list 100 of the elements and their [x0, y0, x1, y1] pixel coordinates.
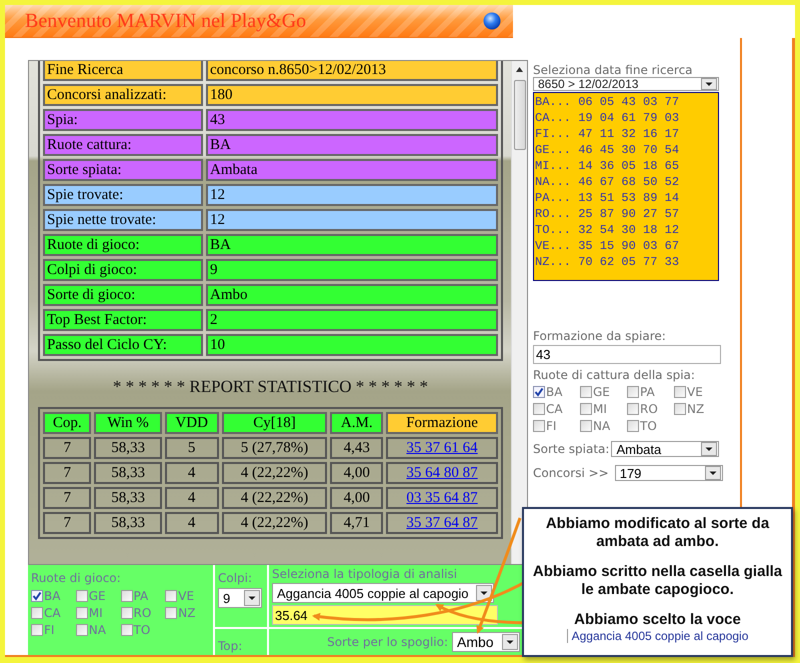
- orb-icon[interactable]: [483, 12, 501, 30]
- wheels-label: Ruote di gioco:: [31, 571, 121, 585]
- table-cell: 7: [43, 437, 92, 459]
- date-dropdown[interactable]: 8650 > 12/02/2013: [533, 77, 719, 91]
- checkbox[interactable]: [533, 403, 545, 415]
- checkbox[interactable]: [674, 386, 686, 398]
- table-cell: Sorte spiata:: [43, 159, 203, 181]
- contests-dropdown[interactable]: 179: [614, 465, 723, 481]
- checkbox-label: CA: [546, 402, 563, 416]
- draw-result: MI... 14 36 05 18 65: [535, 158, 680, 174]
- checkbox[interactable]: [580, 386, 592, 398]
- table-cell: Ambo: [206, 284, 498, 306]
- table-cell: Passo del Ciclo CY:: [43, 334, 203, 356]
- formation-link[interactable]: 35 64 80 87: [406, 465, 478, 481]
- table-cell: Ruote di gioco:: [43, 234, 203, 256]
- draw-result: PA... 13 51 53 89 14: [535, 190, 680, 206]
- checkbox[interactable]: [533, 386, 545, 398]
- checkbox[interactable]: [533, 420, 545, 432]
- analysis-type-label: Seleziona la tipologia di analisi: [272, 567, 458, 581]
- checkbox-label: VE: [687, 385, 703, 399]
- draw-type-dropdown[interactable]: Ambo: [452, 632, 520, 652]
- column-header: A.M.: [330, 412, 384, 434]
- checkbox-label: MI: [88, 606, 103, 620]
- checkbox-label: BA: [44, 589, 60, 603]
- table-cell: 12: [206, 209, 498, 231]
- formation-link[interactable]: 35 37 64 87: [406, 515, 478, 531]
- table-cell: 4: [164, 462, 219, 484]
- checkbox-label: NA: [88, 623, 106, 637]
- table-cell: Fine Ricerca: [43, 61, 203, 81]
- checkbox-label: RO: [640, 402, 658, 416]
- checkbox-label: GE: [88, 589, 106, 603]
- caret-icon: [705, 466, 721, 480]
- checkbox[interactable]: [165, 590, 178, 602]
- checkbox[interactable]: [31, 624, 43, 636]
- checkbox-label: MI: [593, 402, 607, 416]
- draw-result: GE... 46 45 30 70 54: [535, 142, 680, 158]
- table-cell: Concorsi analizzati:: [43, 84, 203, 106]
- table-cell: 4,43: [330, 437, 384, 459]
- checkbox-label: RO: [134, 606, 152, 620]
- checkbox[interactable]: [31, 607, 43, 619]
- formation-link[interactable]: 03 35 64 87: [406, 490, 478, 506]
- checkbox[interactable]: [165, 607, 178, 619]
- spied-type-label: Sorte spiata:: [533, 442, 610, 456]
- checkbox[interactable]: [31, 590, 43, 602]
- draw-result: NZ... 70 62 05 77 33: [535, 254, 680, 270]
- checkbox[interactable]: [120, 590, 132, 602]
- table-cell: Colpi di gioco:: [43, 259, 203, 281]
- scrollbar[interactable]: [511, 61, 527, 564]
- wheels-label: Ruote di cattura della spia:: [533, 368, 696, 382]
- table-cell: Sorte di gioco:: [43, 284, 203, 306]
- table-cell: 4,71: [330, 512, 384, 534]
- table-cell: 7: [43, 487, 92, 509]
- draw-type-label: Sorte per lo spoglio:: [327, 635, 448, 649]
- table-cell: Ambata: [206, 159, 498, 181]
- checkbox[interactable]: [674, 403, 686, 415]
- checkbox[interactable]: [627, 386, 639, 398]
- checkbox-label: BA: [546, 385, 562, 399]
- checkbox-label: NZ: [687, 402, 704, 416]
- checkbox[interactable]: [76, 607, 88, 619]
- table-cell: 5: [164, 437, 219, 459]
- scroll-thumb[interactable]: [514, 80, 526, 150]
- checkbox[interactable]: [580, 403, 592, 415]
- checkbox-label: NA: [593, 419, 610, 433]
- contests-label: Concorsi >>: [533, 466, 609, 480]
- table-cell: 4 (22,22%): [222, 512, 328, 534]
- table-cell: 7: [43, 512, 92, 534]
- table-cell: 43: [206, 109, 498, 131]
- checkbox[interactable]: [627, 403, 639, 415]
- column-header: Cop.: [43, 412, 92, 434]
- checkbox[interactable]: [627, 420, 639, 432]
- checkbox[interactable]: [580, 420, 592, 432]
- column-header: Formazione: [386, 412, 498, 434]
- date-label: Seleziona data fine ricerca: [533, 63, 694, 77]
- spied-type-dropdown[interactable]: Ambata: [611, 441, 720, 457]
- draw-result: TO... 32 54 30 18 12: [535, 222, 680, 238]
- strokes-dropdown[interactable]: 9: [218, 588, 262, 608]
- table-cell: 58,33: [94, 462, 162, 484]
- caret-icon: [476, 585, 492, 601]
- results-textarea[interactable]: [533, 92, 719, 281]
- table-cell: 58,33: [94, 512, 162, 534]
- draw-result: RO... 25 87 90 27 57: [535, 206, 680, 222]
- scroll-up-icon[interactable]: [516, 67, 523, 72]
- caret-icon: [244, 590, 260, 606]
- table-cell: 4: [164, 512, 219, 534]
- formation-label: Formazione da spiare:: [533, 329, 667, 343]
- checkbox[interactable]: [120, 607, 132, 619]
- checkbox[interactable]: [120, 624, 132, 636]
- checkbox-label: VE: [178, 589, 194, 603]
- checkbox[interactable]: [76, 590, 88, 602]
- table-cell: 4 (22,22%): [222, 487, 328, 509]
- formation-link[interactable]: 35 37 61 64: [406, 440, 478, 456]
- analysis-type-dropdown[interactable]: Aggancia 4005 coppie al capogio: [272, 583, 494, 603]
- table-cell: 4,00: [330, 462, 384, 484]
- checkbox[interactable]: [76, 624, 88, 636]
- page-title: Benvenuto MARVIN nel Play&Go: [25, 10, 306, 32]
- input-field[interactable]: 43: [533, 345, 721, 364]
- caret-icon: [701, 78, 717, 90]
- column-header: Win %: [94, 412, 162, 434]
- table-cell: 180: [206, 84, 498, 106]
- column-header: VDD: [164, 412, 219, 434]
